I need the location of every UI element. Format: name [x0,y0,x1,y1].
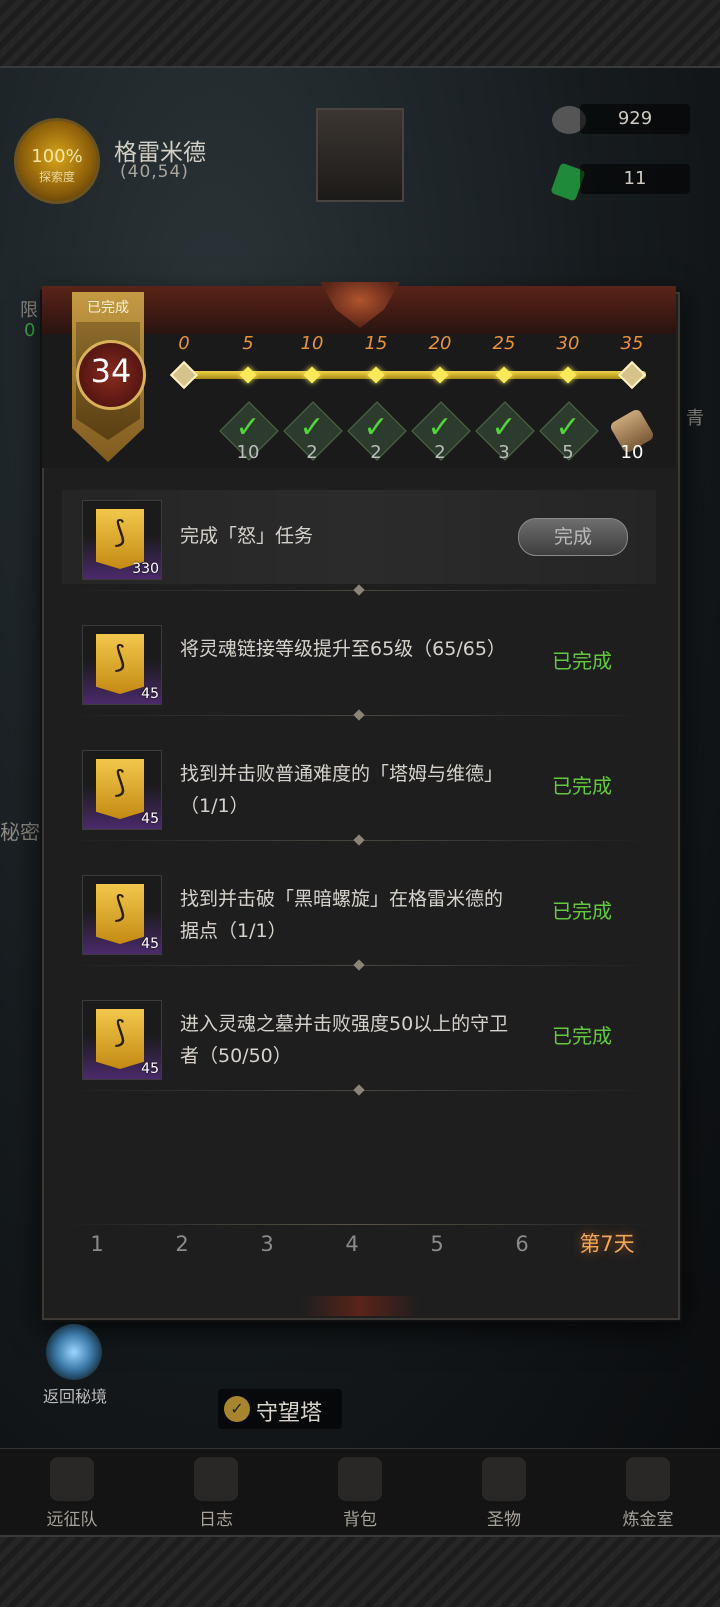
milestone-label: 35 [620,333,644,354]
nav-journal[interactable]: 日志 [144,1449,288,1536]
reward-item-frame[interactable]: ⟆ 45 [82,1000,162,1080]
currency-crystal-value: 11 [580,164,690,194]
milestone-label: 25 [492,333,516,354]
nav-label: 日志 [199,1510,233,1530]
task-completed-status: 已完成 [552,899,612,923]
reward-count: 3 [498,442,510,463]
backpack-icon [338,1457,382,1501]
reward-count: 10 [620,442,644,463]
top-decor-bar [0,0,720,68]
reward-count: 10 [236,442,260,463]
level-number: 34 [90,352,132,390]
reward-claimed-check-icon: ✓ [235,410,261,445]
reward-count: 2 [306,442,318,463]
rune-glyph-icon: ⟆ [114,640,126,675]
reward-quantity: 45 [141,1061,159,1077]
day-tab-1[interactable]: 1 [62,1222,132,1266]
reward-quantity: 45 [141,686,159,702]
location-coords: (40,54) [120,162,189,182]
reward-quantity: 45 [141,811,159,827]
check-icon: ✓ [224,1396,250,1422]
expedition-icon [50,1457,94,1501]
reward-count: 5 [562,442,574,463]
task-description: 找到并击破「黑暗螺旋」在格雷米德的据点（1/1） [180,888,504,942]
complete-button[interactable]: 完成 [518,518,628,556]
reward-quantity: 45 [141,936,159,952]
rune-glyph-icon: ⟆ [114,1015,126,1050]
portal-icon[interactable] [46,1324,102,1380]
rune-glyph-icon: ⟆ [114,890,126,925]
bottom-navigation: 远征队 日志 背包 圣物 炼金室 [0,1448,720,1536]
nav-backpack[interactable]: 背包 [288,1449,432,1536]
task-row: ⟆ 45 将灵魂链接等级提升至65级（65/65） 已完成 [62,615,656,709]
day-tab-5[interactable]: 5 [402,1222,472,1266]
reward-claimed-check-icon: ✓ [363,410,389,445]
left-limit-label: 限 [20,300,38,321]
task-completed-status: 已完成 [552,1024,612,1048]
task-description: 找到并击败普通难度的「塔姆与维德」（1/1） [180,763,504,817]
bottom-decor-bar [0,1535,720,1607]
journal-icon [194,1457,238,1501]
reward-item-frame[interactable]: ⟆ 45 [82,875,162,955]
currency-stone-value: 929 [580,104,690,134]
milestone-label: 20 [428,333,452,354]
left-limit-count: 0 [24,320,36,341]
rune-glyph-icon: ⟆ [114,765,126,800]
nav-label: 圣物 [487,1510,521,1530]
nav-label: 背包 [343,1510,377,1530]
nav-label: 炼金室 [622,1510,674,1530]
task-row: ⟆ 45 找到并击破「黑暗螺旋」在格雷米德的据点（1/1） 已完成 [62,865,656,959]
relic-icon [482,1457,526,1501]
task-row: ⟆ 330 完成「怒」任务 完成 [62,490,656,584]
reward-item-frame[interactable]: ⟆ 330 [82,500,162,580]
exploration-label: 探索度 [38,170,75,184]
task-completed-status: 已完成 [552,649,612,673]
milestone-label: 15 [364,333,388,354]
milestone-label: 0 [178,333,190,354]
reward-item-frame[interactable]: ⟆ 45 [82,625,162,705]
nav-label: 远征队 [46,1510,98,1530]
watchtower-label: 守望塔 [256,1401,323,1426]
panel-bottom-ornament [300,1296,420,1316]
day-tab-2[interactable]: 2 [147,1222,217,1266]
portal-label[interactable]: 返回秘境 [30,1383,120,1407]
nav-expedition[interactable]: 远征队 [0,1449,144,1536]
reward-claimed-check-icon: ✓ [555,410,581,445]
task-completed-status: 已完成 [552,774,612,798]
left-secret-label[interactable]: 秘密 [0,816,40,845]
reward-item-frame[interactable]: ⟆ 45 [82,750,162,830]
right-edge-label: 青 [686,408,704,429]
milestone-label: 10 [300,333,324,354]
day-tab-4[interactable]: 4 [317,1222,387,1266]
task-description: 完成「怒」任务 [180,525,314,547]
reward-claimed-check-icon: ✓ [427,410,453,445]
nav-relic[interactable]: 圣物 [432,1449,576,1536]
milestone-label: 30 [556,333,580,354]
hero-portrait[interactable] [316,108,404,202]
task-row: ⟆ 45 进入灵魂之墓并击败强度50以上的守卫者（50/50） 已完成 [62,990,656,1084]
day-tab-3[interactable]: 3 [232,1222,302,1266]
reward-count: 2 [434,442,446,463]
day-tab-7[interactable]: 第7天 [572,1222,642,1266]
exploration-percent: 100% [31,146,83,167]
task-description: 进入灵魂之墓并击败强度50以上的守卫者（50/50） [180,1013,509,1067]
task-row: ⟆ 45 找到并击败普通难度的「塔姆与维德」（1/1） 已完成 [62,740,656,834]
task-description: 将灵魂链接等级提升至65级（65/65） [180,638,506,660]
nav-alchemy[interactable]: 炼金室 [576,1449,720,1536]
alchemy-icon [626,1457,670,1501]
banner-status-label: 已完成 [87,300,129,316]
day-tab-6[interactable]: 6 [487,1222,557,1266]
reward-claimed-check-icon: ✓ [491,410,517,445]
reward-count: 2 [370,442,382,463]
day-tabs: 1 2 3 4 5 6 第7天 [62,1222,656,1272]
milestone-label: 5 [242,333,254,354]
reward-claimed-check-icon: ✓ [299,410,325,445]
rune-glyph-icon: ⟆ [114,515,126,550]
reward-quantity: 330 [132,561,159,577]
